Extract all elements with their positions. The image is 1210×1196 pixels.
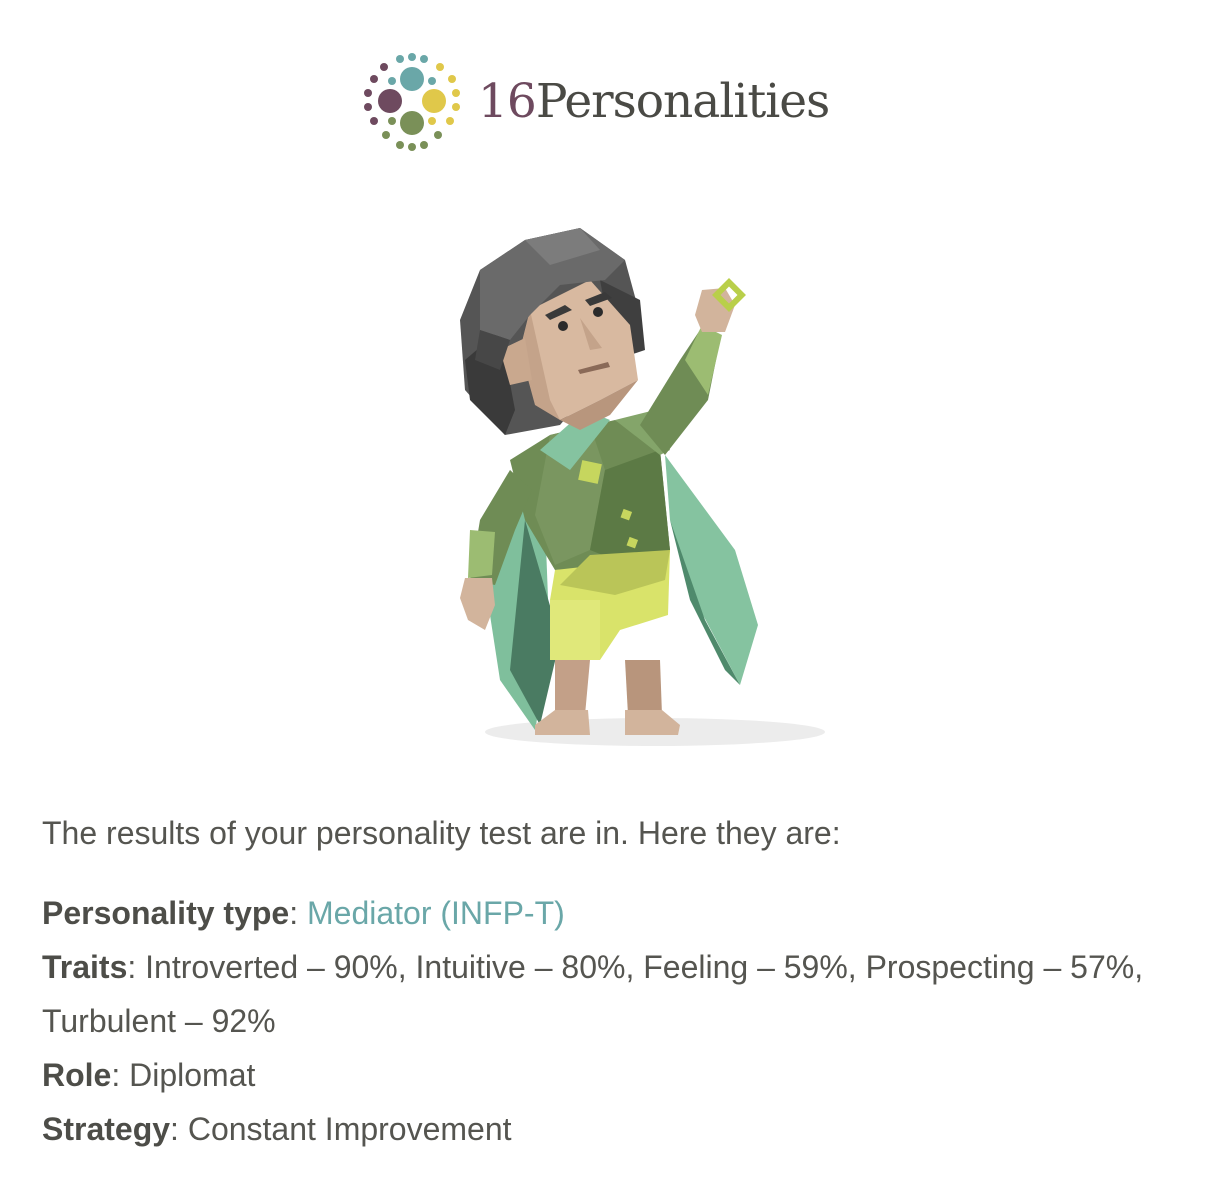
results-message: The results of your personality test are… (42, 806, 1182, 1156)
personality-type-row: Personality type: Mediator (INFP-T) (42, 895, 565, 931)
traits-value: Introverted – 90%, Intuitive – 80%, Feel… (42, 949, 1144, 1039)
mediator-character-illustration-icon (460, 228, 840, 746)
strategy-label: Strategy (42, 1111, 171, 1147)
logo-wordmark: 16Personalities (478, 78, 830, 125)
role-label: Role (42, 1057, 112, 1093)
intro-text: The results of your personality test are… (42, 815, 841, 851)
logo-dots-icon (364, 53, 460, 151)
strategy-value: Constant Improvement (187, 1111, 512, 1147)
logo-name: Personalities (535, 73, 830, 129)
personality-type-label: Personality type (42, 895, 290, 931)
strategy-row: Strategy: Constant Improvement (42, 1111, 512, 1147)
role-row: Role: Diplomat (42, 1057, 256, 1093)
brand-logo[interactable]: 16Personalities (360, 48, 860, 154)
traits-row: Traits: Introverted – 90%, Intuitive – 8… (42, 949, 1144, 1039)
logo-number: 16 (478, 73, 537, 129)
traits-label: Traits (42, 949, 128, 985)
personality-type-link[interactable]: Mediator (INFP-T) (307, 895, 565, 931)
role-value: Diplomat (129, 1057, 256, 1093)
